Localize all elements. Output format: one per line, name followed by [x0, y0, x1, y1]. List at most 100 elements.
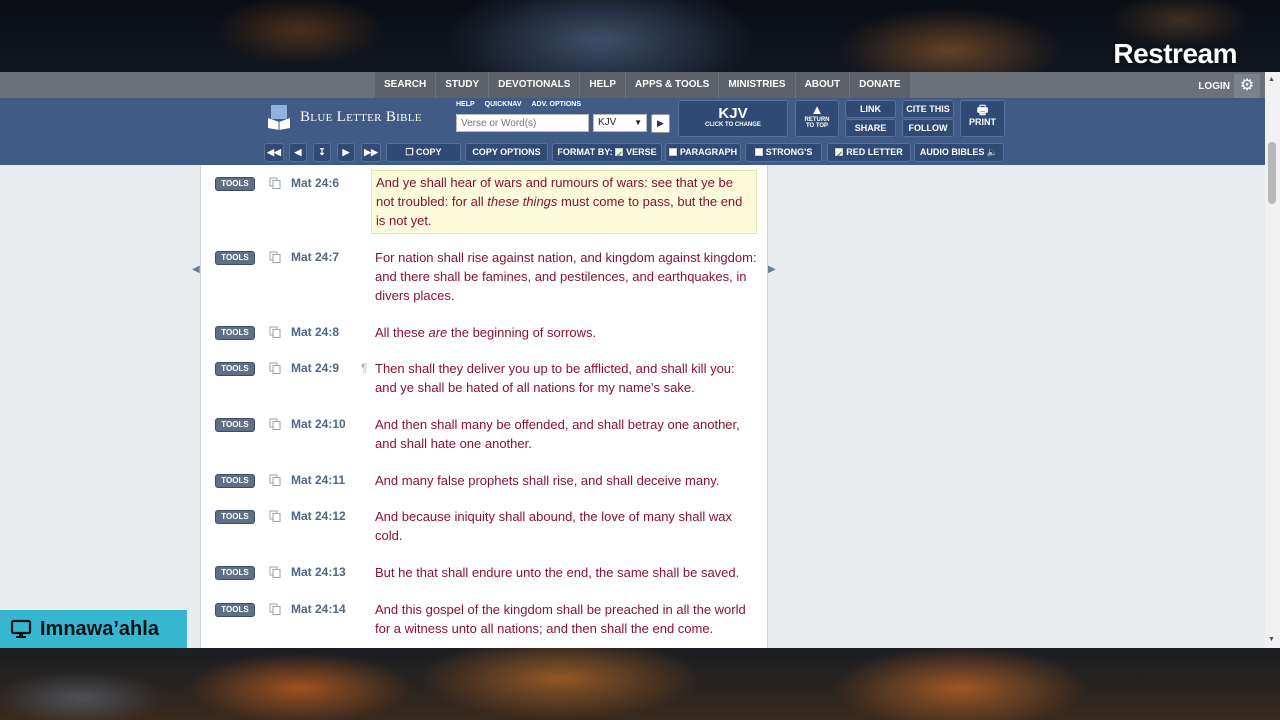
top-nav-link[interactable]: ABOUT	[795, 72, 851, 98]
last-chapter-icon[interactable]: ▶▶	[361, 143, 381, 162]
top-nav-link[interactable]: HELP	[580, 72, 627, 98]
verse-search-input[interactable]	[456, 114, 589, 132]
copy-verse-icon[interactable]	[269, 177, 281, 189]
tools-button[interactable]: TOOLS	[215, 362, 255, 376]
paragraph-label: PARAGRAPH	[679, 147, 738, 157]
search-go-button[interactable]: ▶	[651, 114, 670, 133]
verse-text: For nation shall rise against nation, an…	[375, 248, 757, 305]
strongs-toggle[interactable]: STRONG'S	[745, 143, 822, 162]
copy-doc-icon: ❐	[405, 147, 417, 157]
copy-button[interactable]: ❐ COPY	[386, 143, 461, 162]
tools-button[interactable]: TOOLS	[215, 474, 255, 488]
verse-list: TOOLS Mat 24:6 And ye shall hear of wars a…	[200, 165, 768, 648]
format-by-verse-toggle[interactable]: FORMAT BY: VERSE	[552, 143, 662, 163]
mini-links: HELP QUICKNAV ADV. OPTIONS	[456, 101, 581, 108]
top-nav-link[interactable]: SEARCH	[375, 72, 437, 98]
verse-text: And then shall many be offended, and sha…	[375, 415, 757, 453]
mini-link-adv-options[interactable]: ADV. OPTIONS	[532, 101, 582, 108]
printer-icon: 🖶	[976, 103, 989, 117]
verse-text: And many false prophets shall rise, and …	[375, 471, 757, 490]
version-select-value: KJV	[598, 117, 617, 128]
red-letter-label: RED LETTER	[846, 147, 903, 157]
kjv-sub-label: CLICK TO CHANGE	[705, 122, 761, 128]
tools-button[interactable]: TOOLS	[215, 603, 255, 617]
kjv-change-button[interactable]: KJV CLICK TO CHANGE	[678, 100, 788, 137]
verse-text-part: Then shall they deliver you up to be aff…	[375, 361, 735, 395]
streamer-name-banner: Imnawa’ahla	[0, 610, 187, 648]
format-by-label: FORMAT BY:	[557, 147, 613, 157]
verse-reference[interactable]: Mat 24:9	[291, 361, 339, 375]
red-letter-toggle[interactable]: RED LETTER	[827, 143, 911, 163]
copy-verse-icon[interactable]	[269, 362, 281, 374]
verse-reference[interactable]: Mat 24:8	[291, 325, 339, 339]
verse-text-italic: are	[428, 325, 448, 340]
return-to-top-line2: TO TOP	[805, 123, 829, 129]
top-nav-link[interactable]: DONATE	[850, 72, 911, 98]
site-logo[interactable]: Blue Letter Bible	[266, 104, 422, 130]
scrollbar-thumb[interactable]	[1268, 142, 1276, 204]
verse-reference[interactable]: Mat 24:10	[291, 417, 346, 431]
tools-button[interactable]: TOOLS	[215, 326, 255, 340]
top-nav-link[interactable]: APPS & TOOLS	[626, 72, 720, 98]
mini-link-quicknav[interactable]: QUICKNAV	[485, 101, 522, 108]
verse-text-part: And then shall many be offended, and sha…	[375, 417, 740, 451]
first-chapter-icon[interactable]: ◀◀	[264, 143, 284, 162]
next-icon[interactable]: ▶	[337, 143, 355, 162]
mini-link-help[interactable]: HELP	[456, 101, 475, 108]
copy-verse-icon[interactable]	[269, 566, 281, 578]
verse-reference[interactable]: Mat 24:7	[291, 250, 339, 264]
copy-verse-icon[interactable]	[269, 603, 281, 615]
verse-text-italic: these things	[487, 194, 558, 209]
copy-options-button[interactable]: COPY OPTIONS	[465, 143, 548, 162]
link-button[interactable]: LINK	[845, 100, 896, 118]
verse-label: VERSE	[626, 147, 657, 157]
verse-reference[interactable]: Mat 24:6	[291, 176, 339, 190]
verse-text-part: And this gospel of the kingdom shall be …	[375, 602, 746, 636]
copy-verse-icon[interactable]	[269, 474, 281, 486]
verse-text-part: All these	[375, 325, 429, 340]
page-scrollbar[interactable]: ▲ ▼	[1265, 72, 1280, 648]
verse-reference[interactable]: Mat 24:12	[291, 509, 346, 523]
verse-reference[interactable]: Mat 24:13	[291, 565, 346, 579]
copy-verse-icon[interactable]	[269, 251, 281, 263]
paragraph-toggle[interactable]: PARAGRAPH	[665, 143, 741, 162]
tools-button[interactable]: TOOLS	[215, 510, 255, 524]
verse-reference[interactable]: Mat 24:11	[291, 473, 345, 487]
verse-reference[interactable]: Mat 24:14	[291, 602, 346, 616]
audio-bibles-button[interactable]: AUDIO BIBLES 🔈	[914, 143, 1004, 162]
follow-button[interactable]: FOLLOW	[902, 119, 954, 137]
copy-verse-icon[interactable]	[269, 326, 281, 338]
previous-icon[interactable]: ◀	[289, 143, 307, 162]
return-to-top-button[interactable]: ▲ RETURN TO TOP	[795, 100, 839, 137]
scroll-down-icon[interactable]: ▼	[1268, 636, 1275, 643]
print-button[interactable]: 🖶 PRINT	[960, 100, 1005, 137]
share-button[interactable]: SHARE	[845, 119, 896, 137]
tools-button[interactable]: TOOLS	[215, 251, 255, 265]
verse-checkbox[interactable]	[615, 146, 624, 163]
scroll-up-icon[interactable]: ▲	[1268, 76, 1275, 83]
copy-verse-icon[interactable]	[269, 418, 281, 430]
cite-this-button[interactable]: CITE THIS	[902, 100, 954, 118]
chapter-menu-icon[interactable]: ↧	[313, 143, 331, 162]
strongs-label: STRONG'S	[765, 147, 813, 157]
verse-text: And because iniquity shall abound, the l…	[375, 507, 757, 545]
top-nav-link[interactable]: DEVOTIONALS	[489, 72, 581, 98]
right-collapse-arrow-icon[interactable]: ▶	[768, 264, 776, 275]
top-nav-link[interactable]: STUDY	[436, 72, 490, 98]
red-letter-checkbox[interactable]	[835, 146, 844, 163]
tools-button[interactable]: TOOLS	[215, 418, 255, 432]
verse-text: Then shall they deliver you up to be aff…	[375, 359, 757, 397]
strongs-checkbox[interactable]	[754, 148, 763, 156]
stream-background-top	[0, 0, 1280, 72]
verse-text-part: the beginning of sorrows.	[447, 325, 597, 340]
top-nav-link[interactable]: MINISTRIES	[719, 72, 796, 98]
verse-text: And this gospel of the kingdom shall be …	[375, 600, 757, 638]
tools-button[interactable]: TOOLS	[215, 566, 255, 580]
verse-text-part: For nation shall rise against nation, an…	[375, 250, 757, 303]
tools-button[interactable]: TOOLS	[215, 177, 255, 191]
paragraph-checkbox[interactable]	[668, 148, 677, 156]
copy-verse-icon[interactable]	[269, 510, 281, 522]
left-collapse-arrow-icon[interactable]: ◀	[192, 264, 200, 275]
version-select[interactable]: KJV ▼	[593, 114, 647, 132]
settings-gear-icon[interactable]: ⚙	[1234, 74, 1260, 98]
